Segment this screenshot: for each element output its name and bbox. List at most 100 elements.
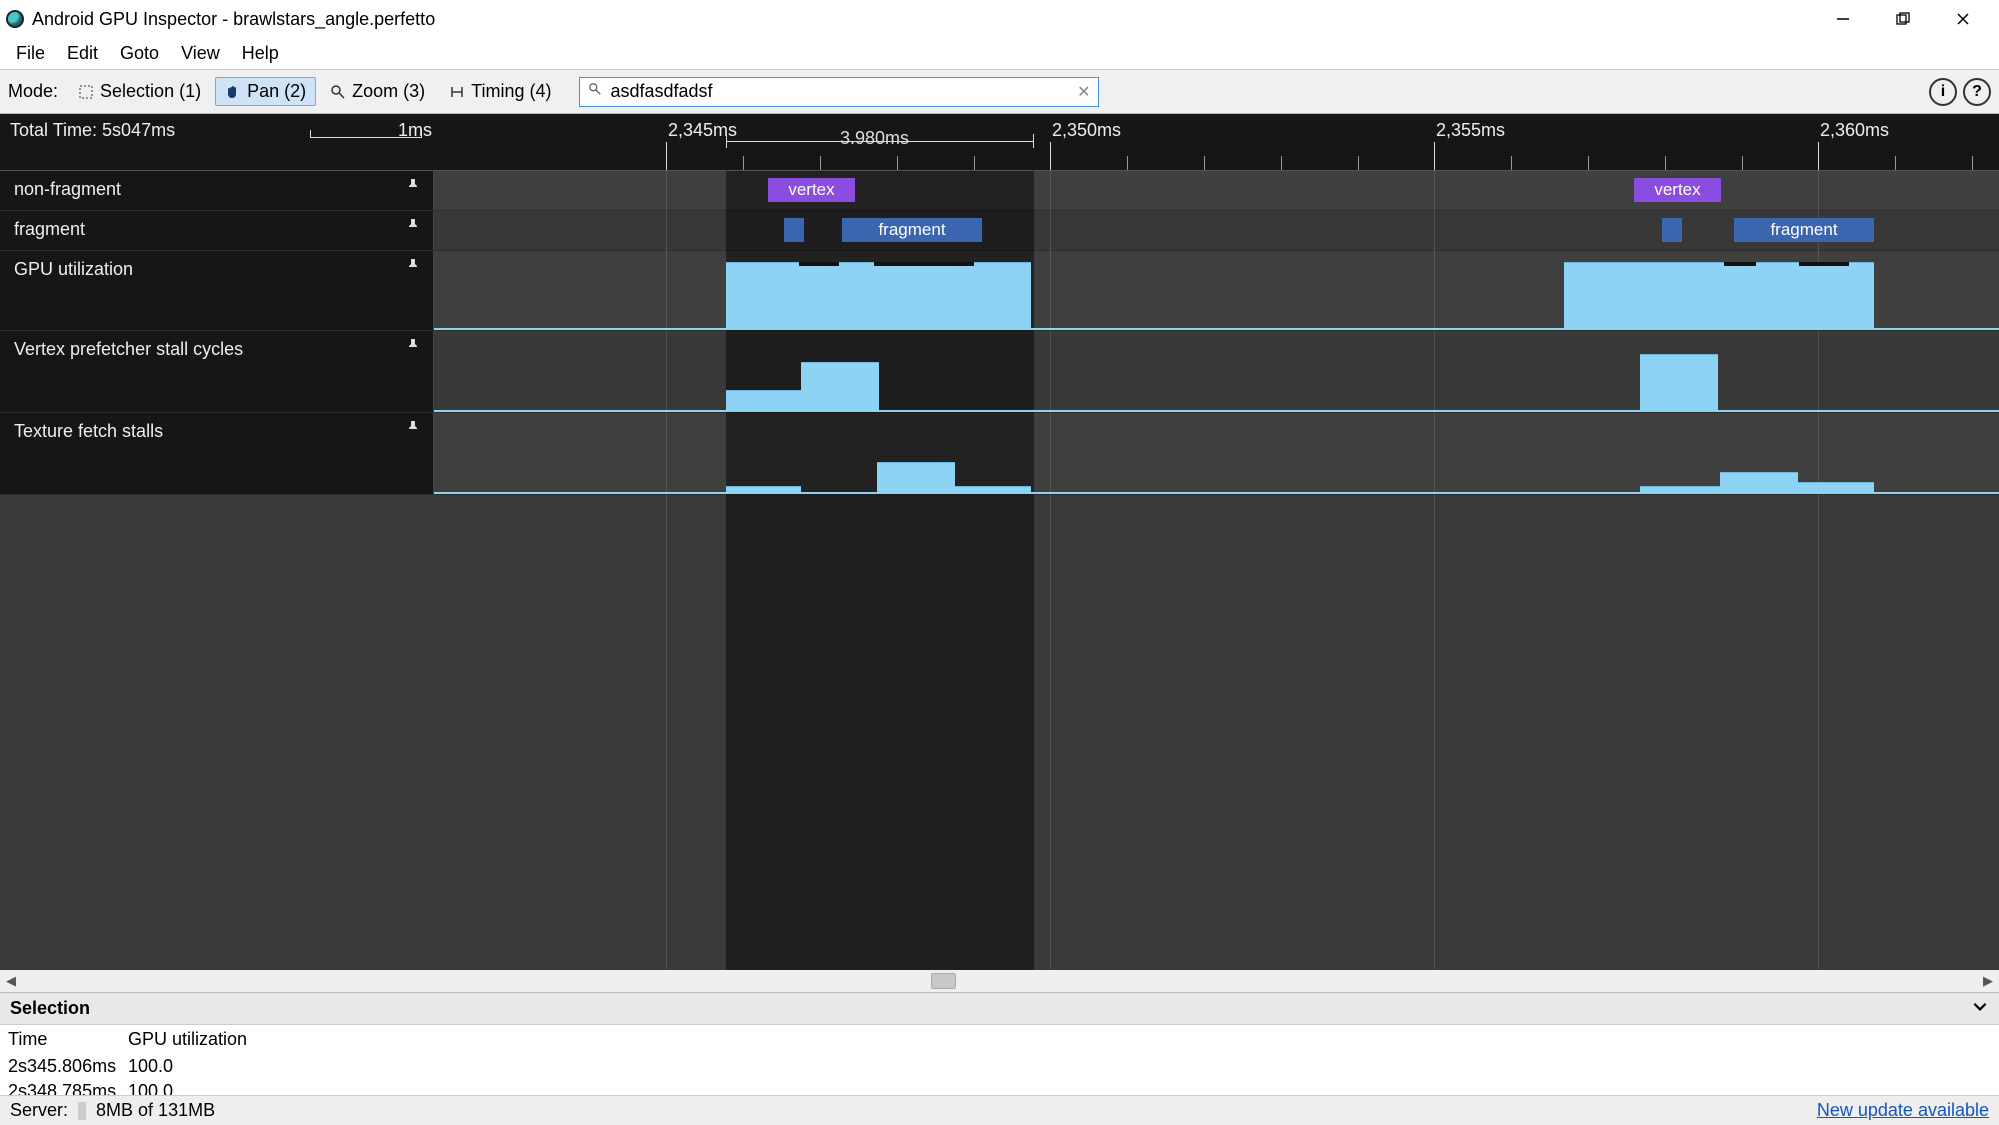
ruler-tickline-minor [1665,156,1666,170]
track-body[interactable]: fragment fragment [434,211,1999,250]
track-body[interactable] [434,331,1999,412]
counter-bar[interactable] [877,462,955,494]
mode-zoom[interactable]: Zoom (3) [320,77,435,106]
track-header[interactable]: Texture fetch stalls [0,413,434,494]
close-button[interactable] [1933,0,1993,38]
scroll-left-arrow[interactable]: ◀ [0,973,22,989]
slice-event[interactable] [784,218,804,242]
timeline-area: Total Time: 5s047ms 1ms 2,345ms 2,350ms … [0,114,1999,970]
scroll-right-arrow[interactable]: ▶ [1977,973,1999,989]
info-button[interactable]: i [1929,78,1957,106]
mode-pan[interactable]: Pan (2) [215,77,316,106]
track-row[interactable]: fragment fragment fragment [0,211,1999,251]
counter-bar[interactable] [1564,262,1874,330]
scrollbar-thumb[interactable] [931,973,956,989]
toolbar: Mode: Selection (1) Pan (2) Zoom (3) Tim… [0,70,1999,114]
minimize-button[interactable] [1813,0,1873,38]
counter-bar[interactable] [726,390,801,412]
search-icon [588,82,602,101]
pin-icon[interactable] [407,421,419,438]
slice-event[interactable]: vertex [1634,178,1721,202]
track-row[interactable]: Texture fetch stalls [0,413,1999,495]
ruler-tickline [666,142,667,170]
selection-panel-header[interactable]: Selection [0,993,1999,1025]
counter-bar[interactable] [955,486,1031,494]
ruler-tickline-minor [820,156,821,170]
scrollbar-track[interactable] [22,970,1977,992]
menu-goto[interactable]: Goto [110,39,169,68]
ruler-tickline [1434,142,1435,170]
counter-bar[interactable] [1798,482,1874,494]
track-row[interactable]: non-fragment vertex vertex [0,171,1999,211]
help-button[interactable]: ? [1963,78,1991,106]
track-body[interactable] [434,251,1999,330]
track-name: Vertex prefetcher stall cycles [14,339,243,360]
track-header[interactable]: fragment [0,211,434,250]
mode-timing[interactable]: Timing (4) [439,77,561,106]
below-tracks-area[interactable] [0,495,1999,970]
selection-panel-title: Selection [10,998,90,1019]
track-body[interactable]: vertex vertex [434,171,1999,210]
search-input[interactable] [610,81,1069,102]
question-icon: ? [1972,83,1982,101]
track-body[interactable] [434,413,1999,494]
counter-bar[interactable] [801,362,879,412]
track-header[interactable]: Vertex prefetcher stall cycles [0,331,434,412]
pin-icon[interactable] [407,219,419,236]
pin-icon[interactable] [407,179,419,196]
selection-col-value[interactable]: GPU utilization [120,1025,260,1054]
track-header[interactable]: GPU utilization [0,251,434,330]
chevron-down-icon[interactable] [1971,997,1989,1020]
counter-bar[interactable] [726,486,801,494]
counter-bar[interactable] [1640,354,1718,412]
menu-edit[interactable]: Edit [57,39,108,68]
menu-help[interactable]: Help [232,39,289,68]
clear-search-icon[interactable]: ✕ [1077,82,1090,102]
counter-bar[interactable] [1640,486,1720,494]
selection-panel: Selection Time GPU utilization 2s345.806… [0,992,1999,1095]
counter-bar[interactable] [1720,472,1798,494]
mode-pan-label: Pan (2) [247,81,306,102]
gridline [1050,495,1051,970]
mode-label: Mode: [8,81,58,102]
timing-icon [449,84,465,100]
ruler-tick-1: 2,350ms [1052,120,1121,141]
counter-dip [1724,262,1756,266]
gridline [1434,171,1435,495]
update-available-container: New update available [1817,1100,1989,1121]
horizontal-scrollbar[interactable]: ◀ ▶ [0,970,1999,992]
track-row[interactable]: Vertex prefetcher stall cycles [0,331,1999,413]
track-name: non-fragment [14,179,121,200]
update-link[interactable]: New update available [1817,1100,1989,1120]
gridline [666,495,667,970]
counter-baseline [434,410,1999,412]
time-ruler[interactable]: Total Time: 5s047ms 1ms 2,345ms 2,350ms … [0,114,1999,171]
selection-cell-val-1: 100.0 [120,1079,260,1095]
gridline [1434,495,1435,970]
slice-event[interactable]: fragment [1734,218,1874,242]
search-box[interactable]: ✕ [579,77,1099,107]
selection-cell-time-0: 2s345.806ms [0,1054,120,1079]
window-title: Android GPU Inspector - brawlstars_angle… [32,9,435,30]
pin-icon[interactable] [407,339,419,356]
pin-icon[interactable] [407,259,419,276]
selection-col-time[interactable]: Time [0,1025,120,1054]
ruler-tickline-minor [1127,156,1128,170]
mode-timing-label: Timing (4) [471,81,551,102]
slice-event[interactable]: fragment [842,218,982,242]
menu-file[interactable]: File [6,39,55,68]
track-row[interactable]: GPU utilization [0,251,1999,331]
ruler-tickline-minor [1204,156,1205,170]
counter-bar[interactable] [726,262,1031,330]
app-icon [6,10,24,28]
menu-view[interactable]: View [171,39,230,68]
slice-event[interactable] [1662,218,1682,242]
mode-selection[interactable]: Selection (1) [68,77,211,106]
track-header[interactable]: non-fragment [0,171,434,210]
maximize-button[interactable] [1873,0,1933,38]
magnifier-icon [330,84,346,100]
selection-table: Time GPU utilization 2s345.806ms 100.0 2… [0,1025,1999,1095]
track-name: GPU utilization [14,259,133,280]
track-name: fragment [14,219,85,240]
slice-event[interactable]: vertex [768,178,855,202]
